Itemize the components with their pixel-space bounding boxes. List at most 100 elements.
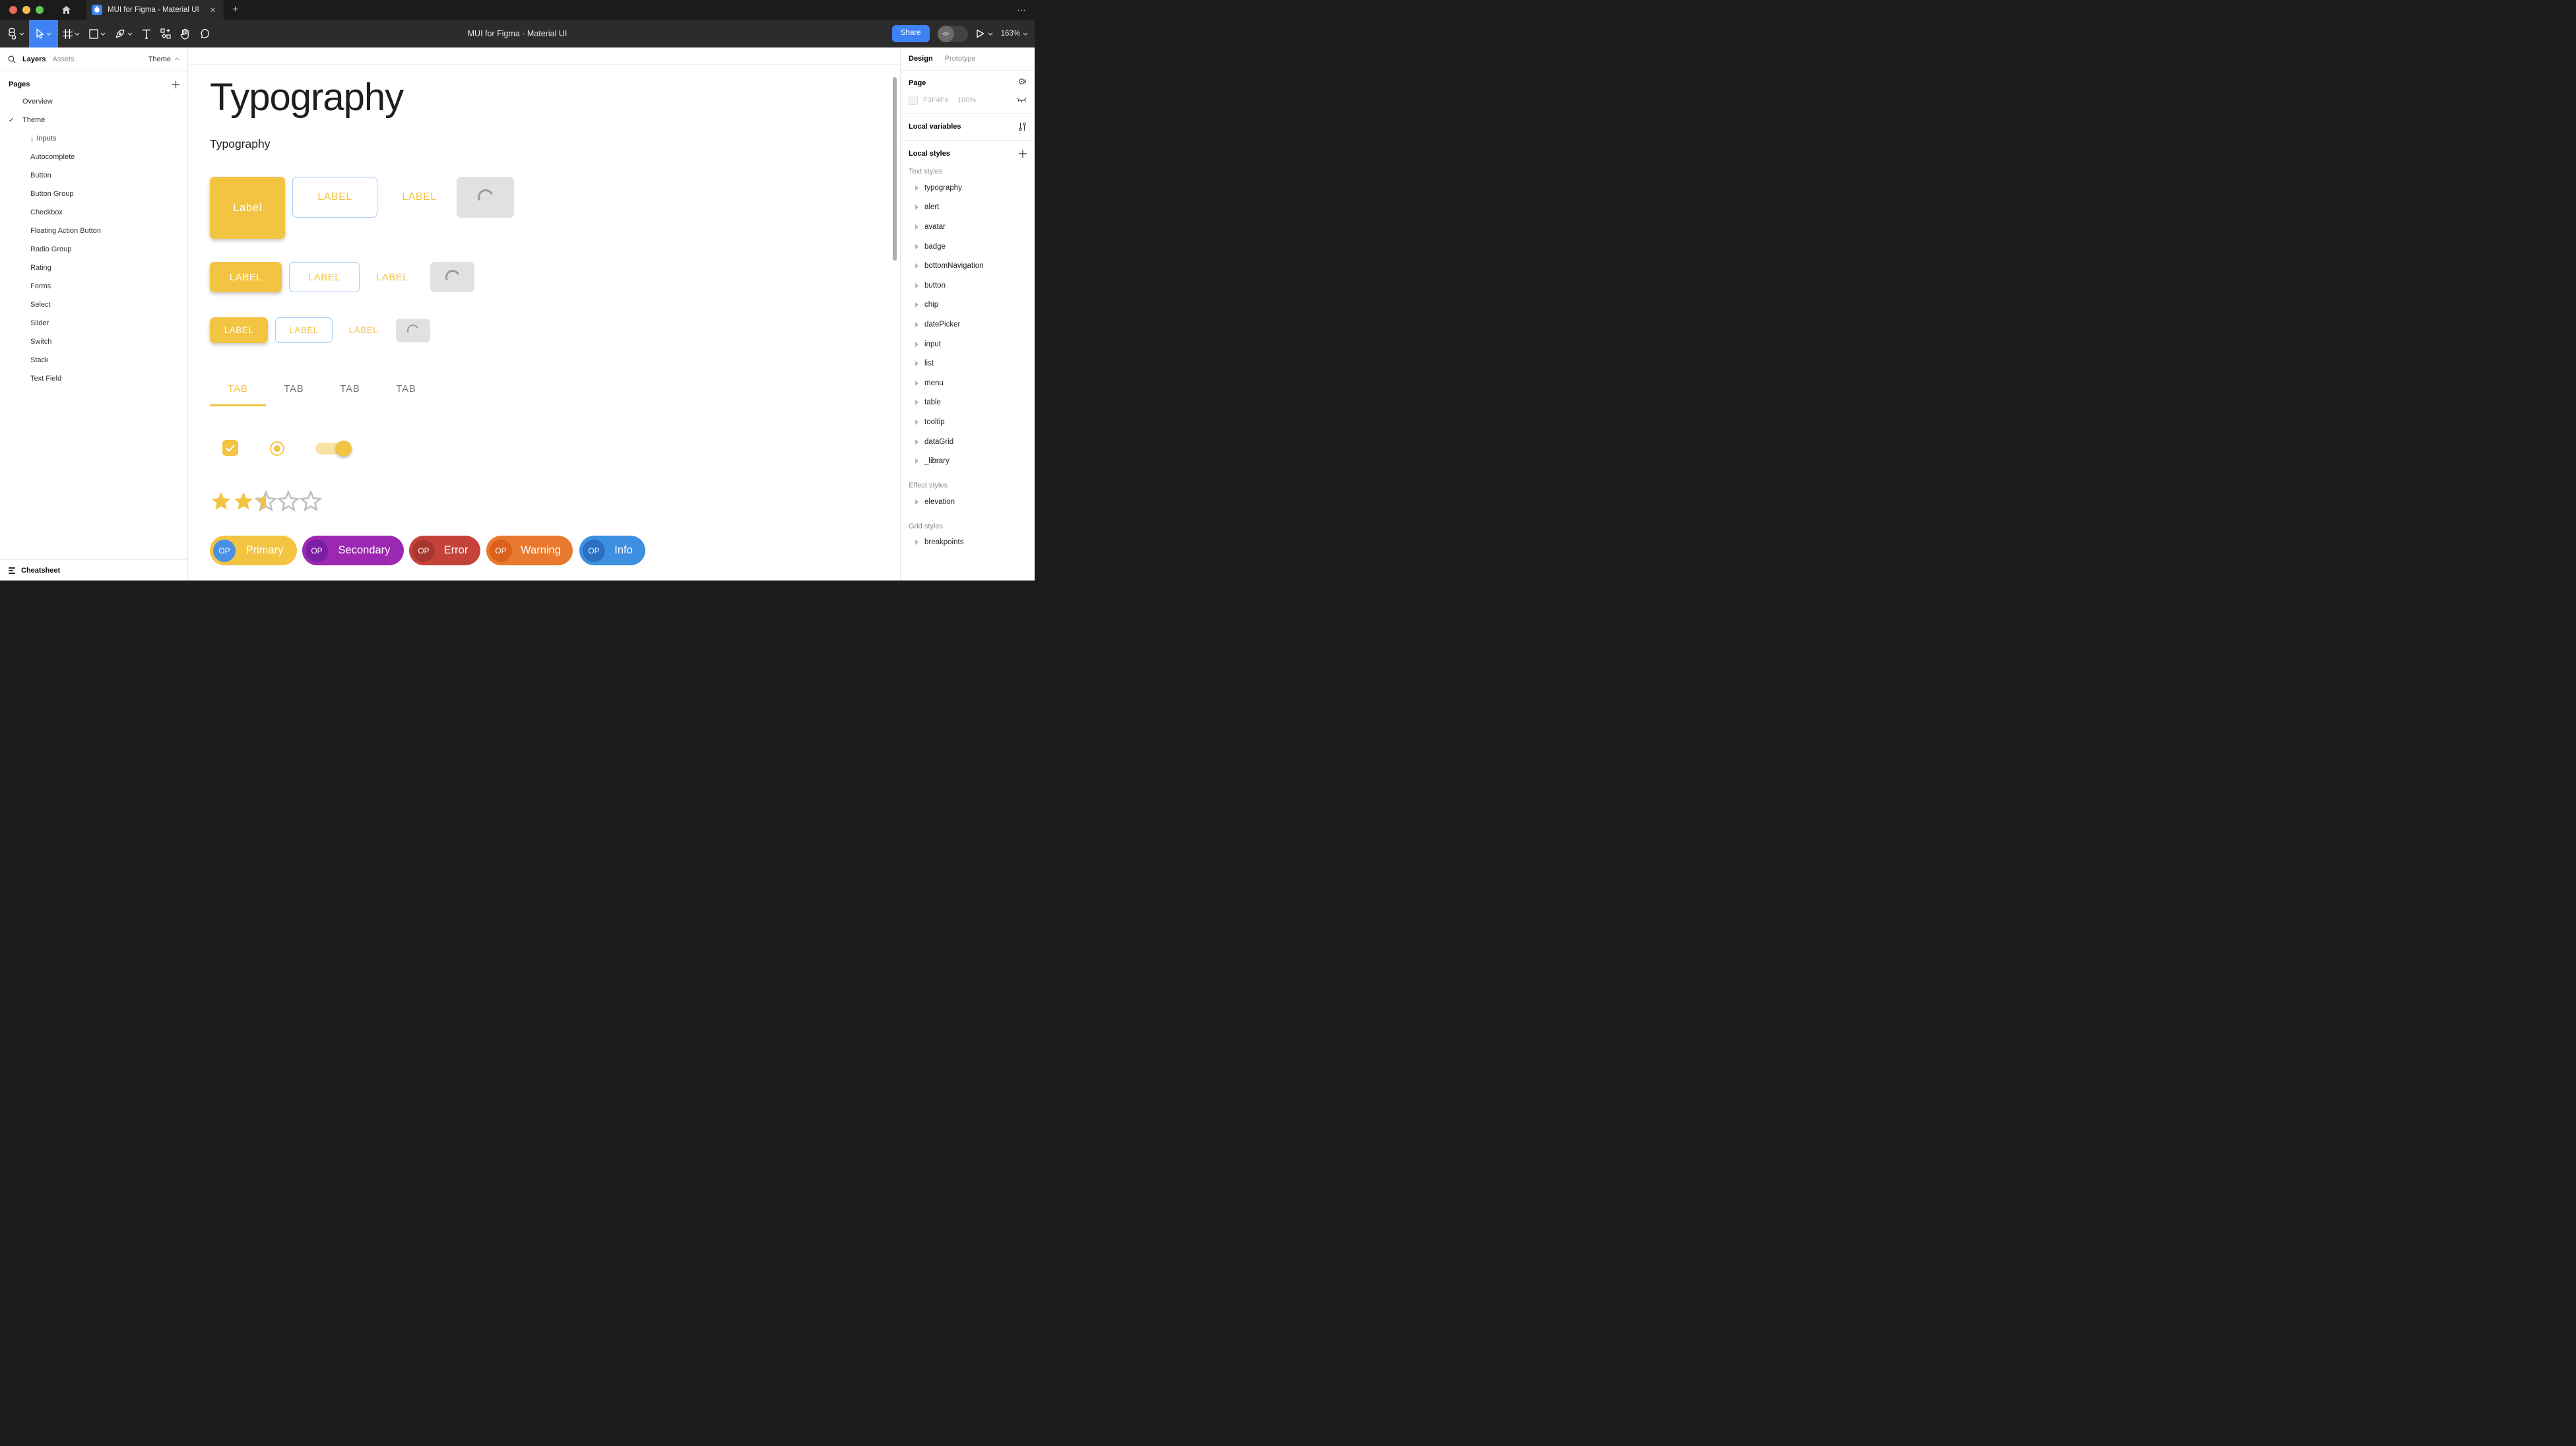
button-outlined-large[interactable]: LABEL [292, 177, 377, 218]
close-tab-icon[interactable]: ✕ [207, 5, 218, 16]
button-text-medium[interactable]: LABEL [371, 262, 413, 292]
sidebar-page-overview[interactable]: Overview [0, 92, 187, 111]
minimize-window-button[interactable] [22, 6, 30, 14]
chip-secondary[interactable]: OP Secondary [302, 536, 404, 565]
style-item-alert[interactable]: alert [901, 198, 1035, 218]
button-contained-medium[interactable]: LABEL [210, 262, 282, 292]
tab-item[interactable]: TAB [322, 371, 378, 406]
style-item-chip[interactable]: chip [901, 296, 1035, 315]
page-title[interactable]: Typography [210, 74, 403, 122]
style-item-tooltip[interactable]: tooltip [901, 412, 1035, 432]
sidebar-page-text-field[interactable]: Text Field [0, 369, 187, 388]
dev-mode-toggle[interactable]: </> [938, 26, 968, 42]
canvas-scrollbar[interactable] [893, 77, 897, 261]
button-outlined-small[interactable]: LABEL [275, 317, 333, 343]
button-text-large[interactable]: LABEL [395, 177, 444, 218]
sidebar-page-radio-group[interactable]: Radio Group [0, 240, 187, 259]
sidebar-page-select[interactable]: Select [0, 296, 187, 314]
style-item-breakpoints[interactable]: breakpoints [901, 533, 1035, 553]
sidebar-page-forms[interactable]: Forms [0, 277, 187, 296]
style-item-avatar[interactable]: avatar [901, 217, 1035, 237]
search-icon[interactable] [8, 55, 16, 63]
canvas[interactable]: Typography Typography Label LABEL LABEL … [188, 47, 900, 581]
chip-info[interactable]: OP Info [579, 536, 645, 565]
tab-item[interactable]: TAB [266, 371, 322, 406]
more-options-icon[interactable]: ⋯ [1017, 0, 1027, 20]
star-full-icon[interactable] [210, 490, 232, 513]
tab-prototype[interactable]: Prototype [945, 55, 976, 63]
sidebar-page-button-group[interactable]: Button Group [0, 185, 187, 203]
expand-arrow-icon[interactable] [915, 420, 918, 425]
sidebar-page-stack[interactable]: Stack [0, 351, 187, 369]
style-item-badge[interactable]: badge [901, 237, 1035, 257]
style-item-typography[interactable]: typography [901, 178, 1035, 198]
hand-tool-button[interactable] [176, 20, 195, 47]
button-contained-large[interactable]: Label [210, 177, 285, 239]
local-variables-row[interactable]: Local variables [901, 113, 1035, 141]
style-item-menu[interactable]: menu [901, 373, 1035, 393]
sidebar-page-checkbox[interactable]: Checkbox [0, 203, 187, 222]
expand-arrow-icon[interactable] [915, 302, 918, 307]
color-swatch[interactable] [909, 96, 918, 105]
zoom-menu[interactable]: 163% [1001, 30, 1028, 38]
tab-layers[interactable]: Layers [22, 55, 46, 63]
variables-icon[interactable] [1018, 122, 1027, 131]
local-styles-row[interactable]: Local styles [901, 141, 1035, 166]
style-item-table[interactable]: table [901, 393, 1035, 413]
expand-arrow-icon[interactable] [915, 283, 918, 288]
chevron-down-icon[interactable] [988, 32, 993, 36]
new-tab-button[interactable]: + [224, 0, 246, 20]
cheatsheet-row[interactable]: Cheatsheet [0, 559, 187, 581]
switch-on[interactable] [315, 443, 348, 455]
comment-tool-button[interactable] [195, 20, 214, 47]
style-item-button[interactable]: button [901, 276, 1035, 296]
sidebar-page-inputs[interactable]: ↓Inputs [0, 129, 187, 148]
star-empty-icon[interactable] [300, 490, 322, 513]
sidebar-page-rating[interactable]: Rating [0, 259, 187, 277]
shape-tool-button[interactable] [84, 20, 110, 47]
button-outlined-medium[interactable]: LABEL [289, 262, 360, 292]
expand-arrow-icon[interactable] [915, 458, 918, 464]
present-button[interactable] [976, 29, 993, 38]
move-tool-button[interactable] [29, 20, 58, 47]
file-tab[interactable]: MUI for Figma - Material UI ✕ [86, 0, 224, 20]
star-half-icon[interactable] [255, 490, 277, 513]
radio-selected[interactable] [270, 441, 284, 456]
chip-error[interactable]: OP Error [409, 536, 480, 565]
switch-thumb[interactable] [336, 441, 352, 456]
sidebar-page-fab[interactable]: Floating Action Button [0, 222, 187, 240]
add-style-icon[interactable] [1019, 150, 1027, 158]
resources-tool-button[interactable] [156, 20, 176, 47]
tab-assets[interactable]: Assets [52, 55, 74, 63]
style-item-list[interactable]: list [901, 354, 1035, 373]
button-text-small[interactable]: LABEL [346, 317, 381, 343]
expand-arrow-icon[interactable] [915, 224, 918, 230]
style-item-bottomnavigation[interactable]: bottomNavigation [901, 256, 1035, 276]
expand-arrow-icon[interactable] [915, 322, 918, 327]
checkbox-checked[interactable] [222, 440, 238, 456]
share-button[interactable]: Share [892, 25, 930, 42]
home-button[interactable] [53, 0, 79, 20]
chip-primary[interactable]: OP Primary [210, 536, 297, 565]
style-item-input[interactable]: input [901, 334, 1035, 354]
expand-arrow-icon[interactable] [915, 540, 918, 545]
tab-design[interactable]: Design [909, 55, 933, 63]
sidebar-page-button[interactable]: Button [0, 166, 187, 185]
tab-item[interactable]: TAB [378, 371, 434, 406]
sidebar-page-slider[interactable]: Slider [0, 314, 187, 332]
button-loading-medium[interactable] [430, 262, 474, 292]
chip-warning[interactable]: OP Warning [486, 536, 573, 565]
sidebar-page-theme[interactable]: ✓Theme [0, 111, 187, 129]
star-full-icon[interactable] [232, 490, 255, 513]
page-color-hex[interactable]: F3F4F6 [923, 96, 957, 104]
expand-arrow-icon[interactable] [915, 381, 918, 386]
expand-arrow-icon[interactable] [915, 342, 918, 347]
page-color-opacity[interactable]: 100% [957, 96, 984, 104]
rating-component[interactable] [210, 490, 322, 513]
frame-tool-button[interactable] [58, 20, 84, 47]
expand-arrow-icon[interactable] [915, 439, 918, 445]
expand-arrow-icon[interactable] [915, 361, 918, 366]
page-selector[interactable]: Theme [148, 55, 179, 63]
eye-closed-icon[interactable] [1017, 98, 1027, 104]
expand-arrow-icon[interactable] [915, 499, 918, 505]
